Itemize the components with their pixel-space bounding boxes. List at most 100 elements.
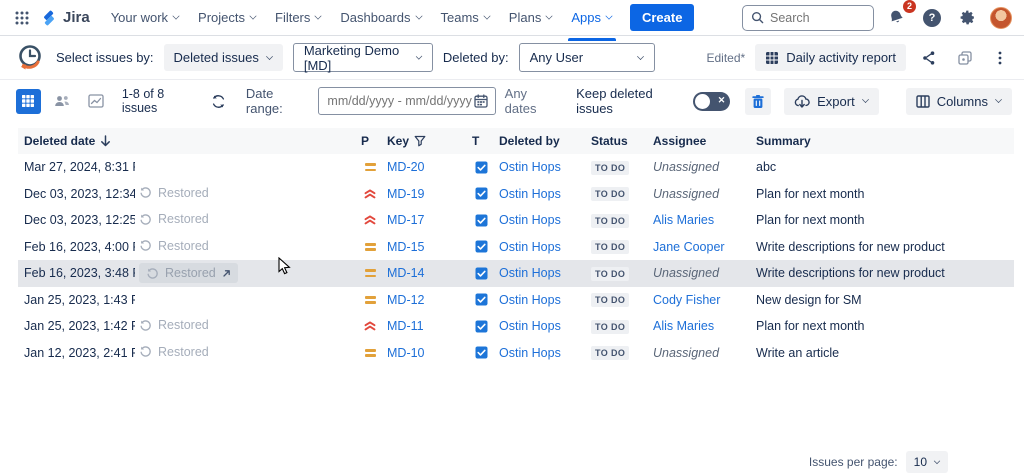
table-row[interactable]: Jan 25, 2023, 1:42 PM Restored MD-11 Ost… [18,313,1014,340]
deleted-by-link[interactable]: Ostin Hops [499,160,561,174]
app-switcher-icon[interactable] [10,6,34,30]
issue-key-link[interactable]: MD-10 [387,346,425,360]
table-body: Mar 27, 2024, 8:31 PM MD-20 Ostin Hops T… [18,154,1014,366]
deleted-by-link[interactable]: Ostin Hops [499,293,561,307]
chart-view-button[interactable] [84,89,109,114]
nav-item-apps[interactable]: Apps [562,1,622,34]
header-deleted-by[interactable]: Deleted by [495,134,587,148]
table-row[interactable]: Feb 16, 2023, 4:00 PM Restored MD-15 Ost… [18,234,1014,261]
table-row[interactable]: Dec 03, 2023, 12:34 AM Restored MD-19 Os… [18,181,1014,208]
header-type[interactable]: T [468,134,495,148]
restored-badge[interactable]: Restored [139,186,209,200]
type-cell [468,346,495,359]
assignee-link[interactable]: Jane Cooper [653,240,725,254]
export-button[interactable]: Export [784,88,879,115]
table-view-button[interactable] [16,89,41,114]
task-type-icon [475,346,488,359]
nav-item-teams[interactable]: Teams [432,1,500,34]
deleted-by-link[interactable]: Ostin Hops [499,213,561,227]
deleted-by-link[interactable]: Ostin Hops [499,187,561,201]
refresh-button[interactable] [206,89,231,114]
share-button[interactable] [916,45,942,71]
deleted-by-link[interactable]: Ostin Hops [499,266,561,280]
deleted-by-cell: Ostin Hops [495,266,587,280]
restored-badge[interactable]: Restored [139,318,209,332]
delete-button[interactable] [745,88,771,115]
jira-logo[interactable]: Jira [40,9,90,27]
table-row[interactable]: Jan 12, 2023, 2:41 PM Restored MD-10 Ost… [18,340,1014,367]
restored-badge[interactable]: Restored [139,239,209,253]
table-row[interactable]: Dec 03, 2023, 12:25 AM Restored MD-17 Os… [18,207,1014,234]
deleted-by-cell: Ostin Hops [495,187,587,201]
settings-button[interactable] [955,5,980,30]
header-deleted-date[interactable]: Deleted date [18,134,135,148]
filter-funnel-icon[interactable] [414,135,426,147]
table-row[interactable]: Feb 16, 2023, 3:48 PM Restored MD-14 Ost… [18,260,1014,287]
table-row[interactable]: Jan 25, 2023, 1:43 PM MD-12 Ostin Hops T… [18,287,1014,314]
issues-per-page-label: Issues per page: [809,455,898,469]
deleted-by-select[interactable]: Any User [519,43,655,72]
keep-deleted-issues-label: Keep deleted issues [576,86,684,116]
status-badge: TO DO [591,293,629,307]
issue-key-link[interactable]: MD-17 [387,213,425,227]
header-priority[interactable]: P [357,134,383,148]
priority-cell [357,349,383,357]
users-view-button[interactable] [50,89,75,114]
deleted-by-cell: Ostin Hops [495,160,587,174]
priority-cell [357,214,383,226]
restored-badge[interactable]: Restored [139,345,209,359]
restored-badge[interactable]: Restored [139,212,209,226]
daily-activity-report-button[interactable]: Daily activity report [755,44,906,71]
header-summary[interactable]: Summary [752,134,1014,148]
date-range-input[interactable] [326,94,474,108]
open-link-icon [222,269,231,278]
assignee-link[interactable]: Alis Maries [653,319,714,333]
nav-item-plans[interactable]: Plans [500,1,563,34]
more-actions-button[interactable] [988,45,1012,71]
create-button[interactable]: Create [630,4,694,31]
user-avatar[interactable] [990,7,1012,29]
search-box[interactable] [742,5,874,31]
main-menu: Your workProjectsFiltersDashboardsTeamsP… [102,1,622,34]
copy-icon [957,50,973,66]
columns-button[interactable]: Columns [906,88,1012,115]
table-row[interactable]: Mar 27, 2024, 8:31 PM MD-20 Ostin Hops T… [18,154,1014,181]
issue-key-link[interactable]: MD-19 [387,187,425,201]
header-status[interactable]: Status [587,134,649,148]
summary-cell: abc [752,160,1014,174]
project-select[interactable]: Marketing Demo [MD] [293,43,433,72]
toggle-off-icon: ✕ [718,95,726,106]
pagination-footer: Issues per page: 10 [809,451,948,473]
restored-cell: Restored [135,212,357,229]
chevron-down-icon [862,96,869,103]
nav-item-filters[interactable]: Filters [266,1,331,34]
copy-view-button[interactable] [952,45,978,71]
help-button[interactable]: ? [919,5,945,31]
deleted-by-link[interactable]: Ostin Hops [499,240,561,254]
issue-source-dropdown[interactable]: Deleted issues [164,44,283,71]
issue-key-link[interactable]: MD-12 [387,293,425,307]
deleted-by-link[interactable]: Ostin Hops [499,346,561,360]
chevron-down-icon [934,458,940,464]
header-key[interactable]: Key [383,134,468,148]
nav-item-your-work[interactable]: Your work [102,1,189,34]
summary-cell: Plan for next month [752,319,1014,333]
nav-item-projects[interactable]: Projects [189,1,266,34]
page-size-dropdown[interactable]: 10 [906,451,948,473]
issue-key-link[interactable]: MD-20 [387,160,425,174]
nav-item-dashboards[interactable]: Dashboards [331,1,431,34]
status-badge: TO DO [591,320,629,334]
issue-key-link[interactable]: MD-15 [387,240,425,254]
header-assignee[interactable]: Assignee [649,134,752,148]
date-range-field[interactable] [318,87,496,115]
restored-badge[interactable]: Restored [139,263,238,283]
assignee-link[interactable]: Alis Maries [653,213,714,227]
assignee-link[interactable]: Cody Fisher [653,293,720,307]
keep-deleted-issues-toggle[interactable]: ✕ [693,92,730,111]
notifications-button[interactable]: 2 [884,5,909,30]
search-input[interactable] [770,11,860,25]
priority-cell [357,243,383,251]
issue-key-link[interactable]: MD-14 [387,266,425,280]
issue-key-link[interactable]: MD-11 [387,319,424,333]
deleted-by-link[interactable]: Ostin Hops [499,319,561,333]
